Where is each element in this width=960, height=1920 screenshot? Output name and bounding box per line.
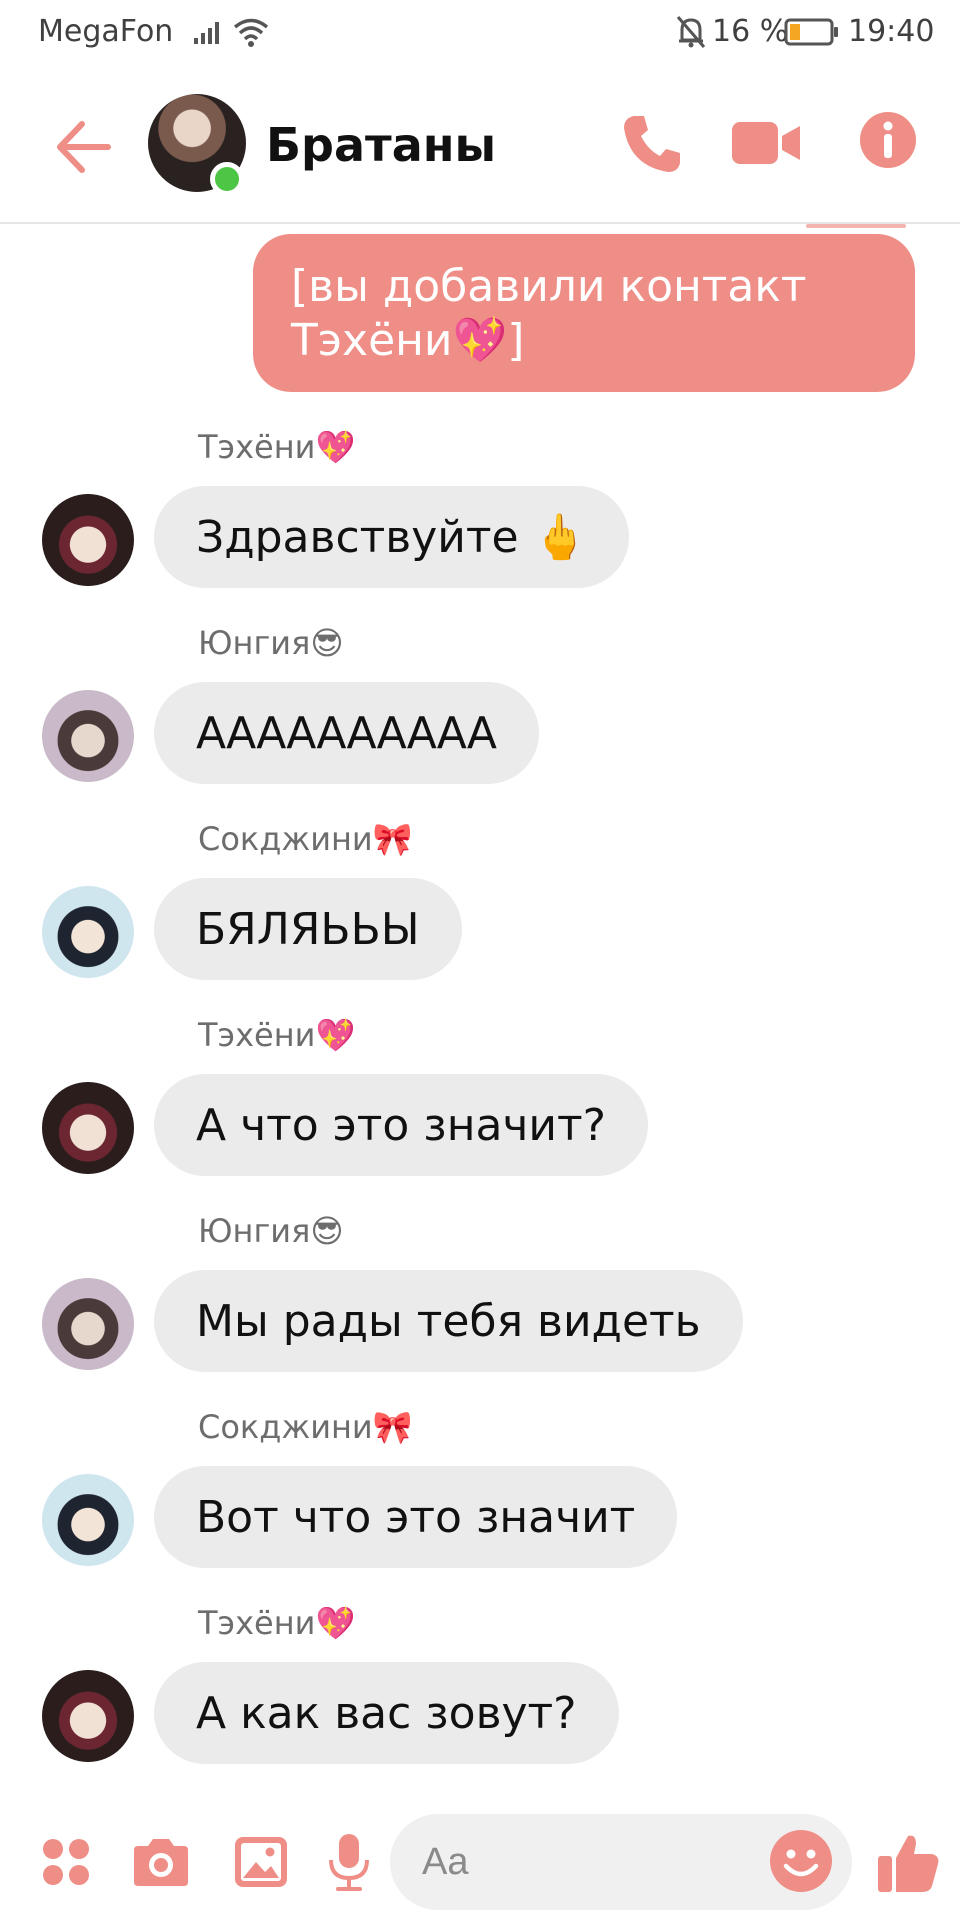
incoming-message[interactable]: АААААААААА (154, 682, 539, 784)
incoming-message[interactable]: А как вас зовут? (154, 1662, 619, 1764)
emoji-icon[interactable] (768, 1828, 834, 1894)
incoming-message[interactable]: Мы рады тебя видеть (154, 1270, 743, 1372)
message-text: АААААААААА (196, 707, 497, 759)
incoming-message[interactable]: А что это значит? (154, 1074, 649, 1176)
video-camera-icon[interactable] (730, 114, 802, 172)
status-bar: MegaFon 16 % 19:40 (0, 0, 960, 66)
message-text: А как вас зовут? (196, 1687, 577, 1739)
info-icon[interactable] (858, 110, 918, 170)
outgoing-message[interactable]: [вы добавили контакт Тэхёни💖] (253, 234, 915, 392)
thumbs-up-icon[interactable] (876, 1830, 940, 1894)
message-input[interactable] (422, 1840, 722, 1884)
sender-name: Юнгия😎 (198, 1212, 344, 1250)
signal-icon (194, 22, 219, 44)
microphone-icon[interactable] (326, 1832, 372, 1892)
battery-percent: 16 % (712, 14, 789, 49)
sender-avatar[interactable] (42, 1474, 134, 1566)
sender-name: Юнгия😎 (198, 624, 344, 662)
sender-avatar[interactable] (42, 886, 134, 978)
message-text: [вы добавили контакт Тэхёни💖] (291, 261, 807, 366)
sender-avatar[interactable] (42, 690, 134, 782)
menu-dots-icon[interactable] (40, 1836, 92, 1888)
sender-name: Сокджини🎀 (198, 820, 413, 858)
message-input-container (390, 1814, 852, 1910)
message-text: Мы рады тебя видеть (196, 1295, 701, 1347)
sender-name: Тэхёни💖 (198, 1016, 356, 1054)
sender-avatar[interactable] (42, 1082, 134, 1174)
sender-avatar[interactable] (42, 1670, 134, 1762)
incoming-message[interactable]: Здравствуйте 🖕 (154, 486, 630, 588)
wifi-icon (233, 18, 269, 47)
message-text: Здравствуйте 🖕 (196, 512, 588, 563)
message-composer (0, 1800, 960, 1920)
sender-avatar[interactable] (42, 494, 134, 586)
bell-off-icon (676, 16, 706, 48)
previous-message-edge (806, 224, 906, 228)
carrier-name: MegaFon (38, 14, 174, 49)
message-text: Вот что это значит (196, 1491, 636, 1543)
message-text: А что это значит? (196, 1099, 607, 1151)
incoming-message[interactable]: БЯЛЯЬЬЫ (154, 878, 462, 980)
sender-name: Тэхёни💖 (198, 428, 356, 466)
sender-name: Сокджини🎀 (198, 1408, 413, 1446)
chat-title[interactable]: Братаны (266, 118, 496, 172)
incoming-message[interactable]: Вот что это значит (154, 1466, 678, 1568)
sender-avatar[interactable] (42, 1278, 134, 1370)
message-text: БЯЛЯЬЬЫ (196, 903, 420, 955)
battery-icon (784, 18, 838, 46)
sender-name: Тэхёни💖 (198, 1604, 356, 1642)
clock: 19:40 (848, 14, 935, 49)
gallery-icon[interactable] (232, 1834, 290, 1890)
camera-icon[interactable] (130, 1836, 192, 1888)
online-indicator (210, 162, 244, 196)
chat-header: Братаны (0, 66, 960, 224)
back-arrow-icon[interactable] (52, 116, 114, 178)
phone-icon[interactable] (620, 110, 686, 176)
